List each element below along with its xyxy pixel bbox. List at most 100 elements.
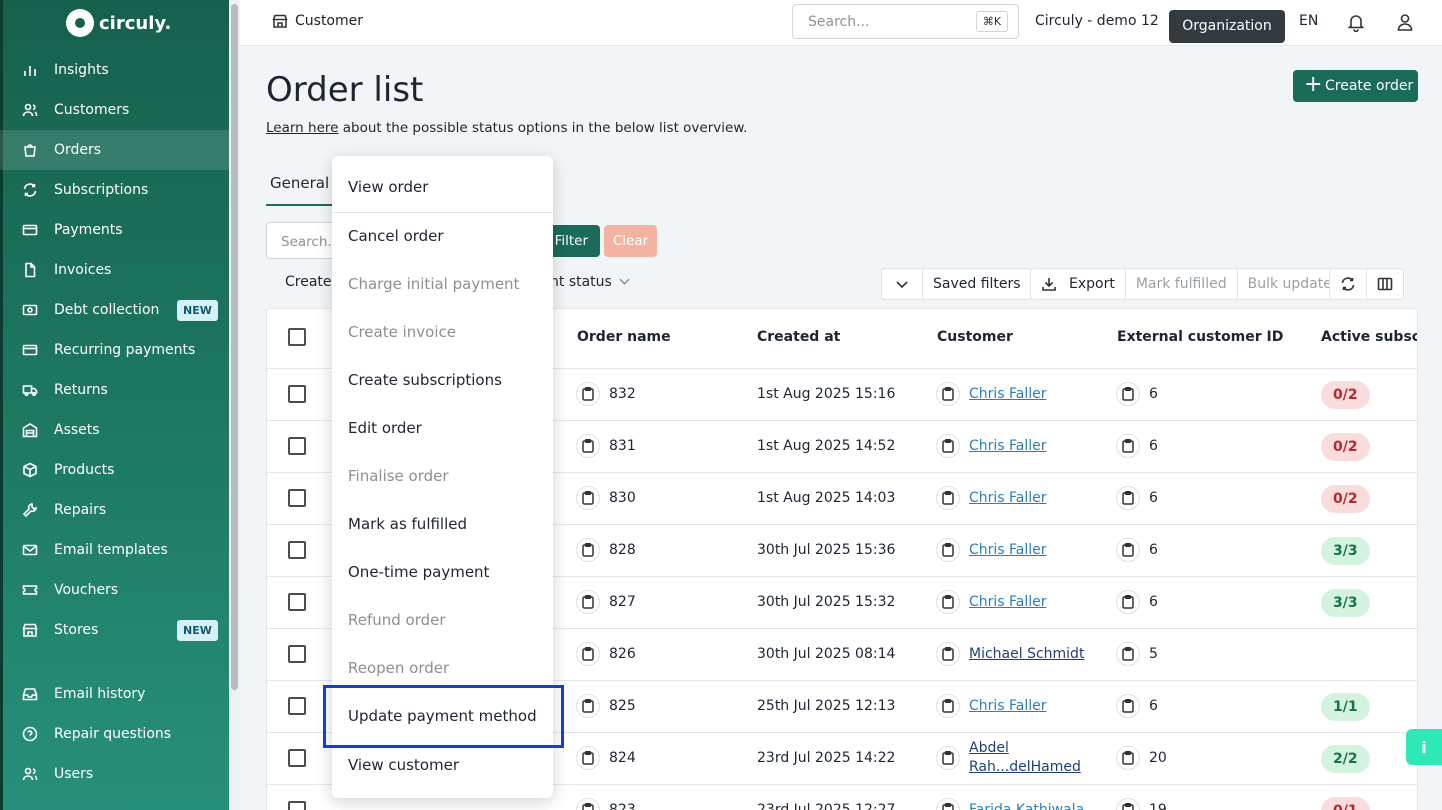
row-checkbox[interactable] — [288, 593, 306, 611]
clipboard-icon[interactable] — [576, 486, 600, 510]
clear-button[interactable]: Clear — [604, 225, 657, 257]
sidebar-item-email-templates[interactable]: Email templates — [0, 530, 229, 570]
col-active-subscriptions[interactable]: Active subscri — [1321, 329, 1417, 345]
clipboard-icon[interactable] — [936, 798, 960, 810]
mark-fulfilled-button[interactable]: Mark fulfilled — [1126, 269, 1238, 299]
clipboard-icon[interactable] — [576, 642, 600, 666]
sidebar-item-insights[interactable]: Insights — [0, 50, 229, 90]
sidebar-item-email-history[interactable]: Email history — [0, 674, 229, 714]
sidebar-item-invoices[interactable]: Invoices — [0, 250, 229, 290]
clipboard-icon[interactable] — [576, 382, 600, 406]
sidebar-item-vouchers[interactable]: Vouchers — [0, 570, 229, 610]
row-checkbox[interactable] — [288, 801, 306, 810]
clipboard-icon[interactable] — [1116, 694, 1140, 718]
clipboard-icon[interactable] — [936, 486, 960, 510]
clipboard-icon[interactable] — [936, 694, 960, 718]
sidebar-item-payments[interactable]: Payments — [0, 210, 229, 250]
sidebar-item-stores[interactable]: Stores NEW — [0, 610, 229, 650]
sidebar-item-debt-collection[interactable]: Debt collection NEW — [0, 290, 229, 330]
clipboard-icon[interactable] — [1116, 382, 1140, 406]
row-checkbox[interactable] — [288, 645, 306, 663]
menu-item-charge-initial-payment[interactable]: Charge initial payment — [348, 275, 519, 293]
clipboard-icon[interactable] — [936, 642, 960, 666]
clipboard-icon[interactable] — [1116, 590, 1140, 614]
columns-icon[interactable] — [1367, 269, 1403, 299]
col-customer[interactable]: Customer — [937, 329, 1013, 345]
sidebar-item-products[interactable]: Products — [0, 450, 229, 490]
sidebar-item-repairs[interactable]: Repairs — [0, 490, 229, 530]
row-checkbox[interactable] — [288, 749, 306, 767]
bell-icon[interactable] — [1346, 12, 1366, 33]
row-checkbox[interactable] — [288, 489, 306, 507]
clipboard-icon[interactable] — [936, 746, 960, 770]
clipboard-icon[interactable] — [936, 382, 960, 406]
info-icon[interactable]: i — [1406, 729, 1442, 765]
clipboard-icon[interactable] — [1116, 434, 1140, 458]
global-search-input[interactable]: Search... ⌘K — [792, 4, 1019, 39]
row-checkbox[interactable] — [288, 437, 306, 455]
customer-name-link[interactable]: Chris Faller — [969, 386, 1047, 402]
saved-filters-button[interactable]: Saved filters — [923, 269, 1031, 299]
chevron-down-icon[interactable] — [882, 269, 923, 299]
sidebar-item-returns[interactable]: Returns — [0, 370, 229, 410]
org-name[interactable]: Circuly - demo 12 — [1035, 13, 1159, 29]
customer-name-link[interactable]: Abdel Rah...delHamed — [969, 739, 1081, 777]
customer-name-link[interactable]: Chris Faller — [969, 490, 1047, 506]
clipboard-icon[interactable] — [576, 798, 600, 810]
menu-item-refund-order[interactable]: Refund order — [348, 611, 446, 629]
sidebar-item-recurring-payments[interactable]: Recurring payments — [0, 330, 229, 370]
menu-item-edit-order[interactable]: Edit order — [348, 419, 422, 437]
clipboard-icon[interactable] — [936, 434, 960, 458]
export-button[interactable]: Export — [1031, 269, 1126, 299]
row-checkbox[interactable] — [288, 697, 306, 715]
clipboard-icon[interactable] — [1116, 486, 1140, 510]
menu-item-mark-as-fulfilled[interactable]: Mark as fulfilled — [348, 515, 467, 533]
customer-name-link[interactable]: Michael Schmidt — [969, 646, 1084, 662]
clipboard-icon[interactable] — [1116, 642, 1140, 666]
create-order-button[interactable]: Create order — [1293, 69, 1418, 102]
menu-item-one-time-payment[interactable]: One-time payment — [348, 563, 489, 581]
clipboard-icon[interactable] — [576, 746, 600, 770]
customer-name-link[interactable]: Farida Kathiwala — [969, 802, 1084, 810]
sidebar-item-assets[interactable]: Assets — [0, 410, 229, 450]
select-all-checkbox[interactable] — [288, 328, 306, 346]
customer-name-link[interactable]: Chris Faller — [969, 594, 1047, 610]
clipboard-icon[interactable] — [936, 538, 960, 562]
menu-item-view-order[interactable]: View order — [348, 178, 428, 196]
tab-general[interactable]: General — [266, 172, 334, 206]
menu-item-create-invoice[interactable]: Create invoice — [348, 323, 456, 341]
clipboard-icon[interactable] — [576, 538, 600, 562]
user-icon[interactable] — [1395, 12, 1415, 32]
menu-item-reopen-order[interactable]: Reopen order — [348, 659, 449, 677]
menu-item-finalise-order[interactable]: Finalise order — [348, 467, 449, 485]
payment-status-filter[interactable]: nt status — [550, 274, 628, 290]
customer-name-link[interactable]: Chris Faller — [969, 438, 1047, 454]
language-selector[interactable]: EN — [1299, 13, 1318, 29]
sidebar-item-customers[interactable]: Customers — [0, 90, 229, 130]
col-created-at[interactable]: Created at — [757, 329, 840, 345]
breadcrumb[interactable]: Customer — [295, 13, 363, 29]
clipboard-icon[interactable] — [1116, 538, 1140, 562]
sidebar-scrollbar-thumb[interactable] — [231, 4, 238, 690]
sidebar-item-repair-questions[interactable]: Repair questions — [0, 714, 229, 754]
customer-name-link[interactable]: Chris Faller — [969, 542, 1047, 558]
col-external-customer-id[interactable]: External customer ID — [1117, 329, 1283, 345]
row-checkbox[interactable] — [288, 541, 306, 559]
clipboard-icon[interactable] — [1116, 798, 1140, 810]
refresh-icon[interactable] — [1330, 269, 1367, 299]
menu-item-create-subscriptions[interactable]: Create subscriptions — [348, 371, 502, 389]
menu-item-cancel-order[interactable]: Cancel order — [348, 227, 444, 245]
clipboard-icon[interactable] — [576, 590, 600, 614]
menu-item-view-customer[interactable]: View customer — [348, 756, 459, 774]
sidebar-item-subscriptions[interactable]: Subscriptions — [0, 170, 229, 210]
learn-here-link[interactable]: Learn here — [266, 120, 338, 136]
sidebar-item-orders[interactable]: Orders — [0, 130, 229, 170]
clipboard-icon[interactable] — [1116, 746, 1140, 770]
customer-name-link[interactable]: Chris Faller — [969, 698, 1047, 714]
bulk-update-button[interactable]: Bulk update — [1238, 269, 1342, 299]
organization-button[interactable]: Organization — [1169, 10, 1285, 43]
row-checkbox[interactable] — [288, 385, 306, 403]
clipboard-icon[interactable] — [576, 694, 600, 718]
clipboard-icon[interactable] — [576, 434, 600, 458]
logo[interactable]: circuly. — [66, 9, 171, 37]
